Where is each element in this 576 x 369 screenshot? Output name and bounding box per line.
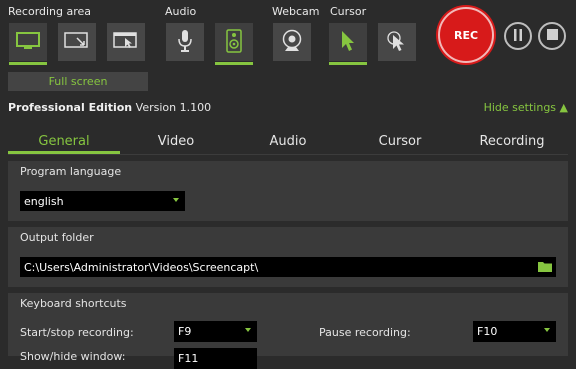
start-stop-label: Start/stop recording: <box>20 326 134 339</box>
speaker-button[interactable] <box>215 23 253 65</box>
start-stop-value: F9 <box>178 325 192 338</box>
full-screen-mode-button[interactable] <box>9 23 47 65</box>
program-language-heading: Program language <box>20 165 122 178</box>
edition-info: Professional Edition Version 1.100 <box>8 101 211 114</box>
tab-general[interactable]: General <box>8 129 120 153</box>
record-button[interactable]: REC <box>438 7 494 63</box>
tab-audio[interactable]: Audio <box>232 129 344 153</box>
webcam-button[interactable] <box>273 23 311 61</box>
record-label: REC <box>453 28 479 42</box>
settings-tabs: General Video Audio Cursor Recording <box>8 129 568 155</box>
region-mode-button[interactable] <box>58 23 96 61</box>
cursor-click-icon <box>386 30 408 55</box>
show-hide-shortcut-select[interactable]: F11 <box>174 348 257 369</box>
language-value: english <box>24 194 64 208</box>
pause-shortcut-value: F10 <box>477 325 498 338</box>
window-mode-button[interactable] <box>107 23 145 61</box>
folder-icon[interactable] <box>538 261 552 272</box>
region-select-icon <box>64 31 90 53</box>
stop-icon <box>546 29 558 43</box>
pause-button[interactable] <box>504 22 532 50</box>
chevron-down-icon <box>173 198 179 202</box>
tab-video[interactable]: Video <box>120 129 232 153</box>
window-cursor-icon <box>113 31 139 53</box>
full-screen-label[interactable]: Full screen <box>8 72 148 91</box>
keyboard-shortcuts-heading: Keyboard shortcuts <box>20 297 127 310</box>
cursor-arrow-icon <box>340 30 356 55</box>
cursor-show-button[interactable] <box>329 23 367 65</box>
pause-shortcut-select[interactable]: F10 <box>473 321 556 342</box>
chevron-down-icon <box>544 328 550 332</box>
output-folder-path: C:\Users\Administrator\Videos\Screencapt… <box>24 260 259 274</box>
cursor-label: Cursor <box>330 5 367 18</box>
recording-area-label: Recording area <box>8 5 92 18</box>
chevron-down-icon <box>245 328 251 332</box>
webcam-label: Webcam <box>272 5 320 18</box>
tab-cursor[interactable]: Cursor <box>344 129 456 153</box>
cursor-click-button[interactable] <box>378 23 416 61</box>
output-folder-heading: Output folder <box>20 231 94 244</box>
language-select[interactable]: english <box>20 191 185 211</box>
speaker-icon <box>226 28 242 56</box>
start-stop-shortcut-select[interactable]: F9 <box>174 321 257 342</box>
show-hide-value: F11 <box>178 352 199 365</box>
microphone-icon <box>177 29 193 56</box>
output-folder-input[interactable]: C:\Users\Administrator\Videos\Screencapt… <box>20 257 556 277</box>
audio-label: Audio <box>165 5 197 18</box>
microphone-button[interactable] <box>166 23 204 61</box>
pause-recording-label: Pause recording: <box>319 326 411 339</box>
pause-icon <box>513 28 523 44</box>
stop-button[interactable] <box>538 22 566 50</box>
edition-name: Professional Edition <box>8 101 133 114</box>
version-text: Version 1.100 <box>135 101 212 114</box>
hide-settings-link[interactable]: Hide settings ▲ <box>484 101 568 114</box>
tab-recording[interactable]: Recording <box>456 129 568 153</box>
webcam-icon <box>281 29 303 56</box>
show-hide-window-label: Show/hide window: <box>20 350 126 363</box>
tabs-divider <box>8 154 568 155</box>
monitor-icon <box>16 31 40 53</box>
